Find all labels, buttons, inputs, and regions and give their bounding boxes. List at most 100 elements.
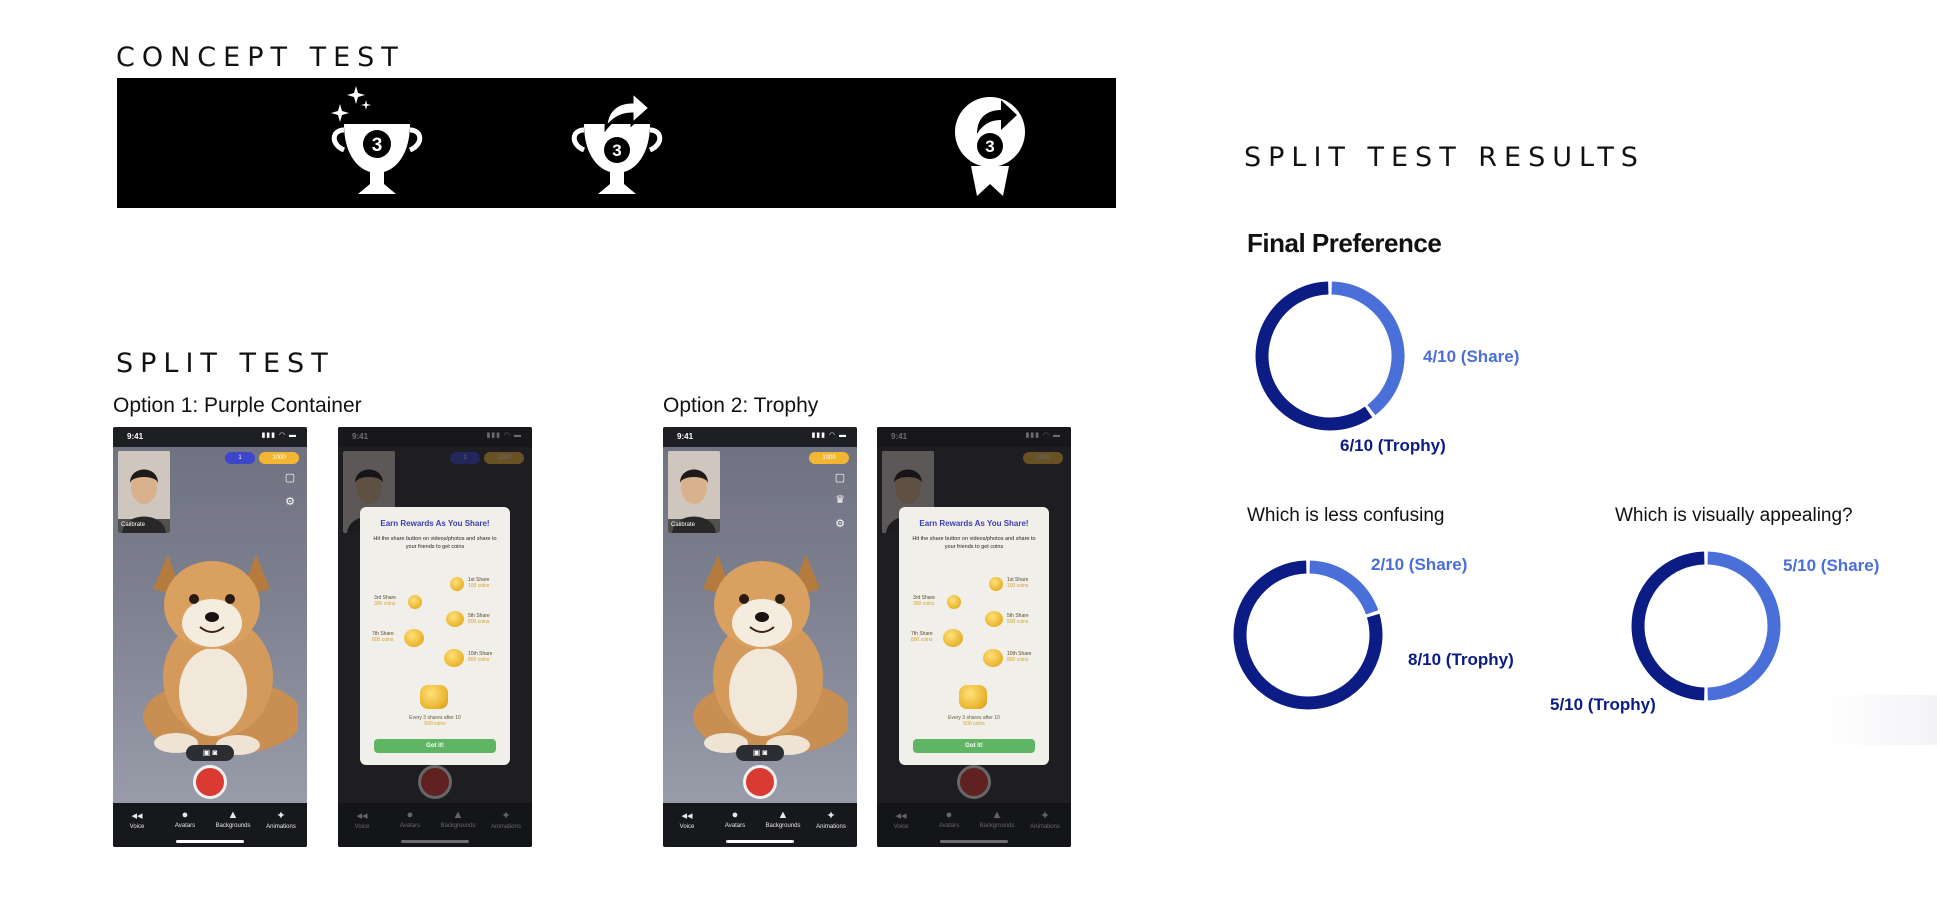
mountain-icon: ▲ <box>777 809 789 821</box>
got-it-button[interactable]: Got it! <box>374 739 496 753</box>
tab-avatars[interactable]: ● Avatars <box>711 809 759 829</box>
home-indicator <box>176 840 244 843</box>
signal-wifi-battery-icon: ▮▮▮ ◠ ▬ <box>811 432 847 439</box>
donut-chart-less-confusing: 2/10 (Share) 8/10 (Trophy) <box>1233 555 1514 710</box>
modal-footer: Every 3 shares after 10 500 coins <box>948 715 1000 727</box>
coin-icon <box>404 629 424 647</box>
badge-number-label: 3 <box>612 141 621 160</box>
coin-icon <box>943 629 963 647</box>
reward-row: 7th Share 800 coins <box>911 631 933 643</box>
tab-backgrounds[interactable]: ▲ Backgrounds <box>759 809 807 829</box>
modal-description: Hit the share button on videos/photos an… <box>912 536 1036 550</box>
shiba-avatar <box>693 555 848 755</box>
tab-animations[interactable]: ✦ Animations <box>807 809 855 830</box>
coin-icon <box>983 649 1003 667</box>
person-icon: ● <box>731 809 739 821</box>
signal-wifi-battery-icon: ▮▮▮ ◠ ▬ <box>261 432 297 439</box>
reward-row: 1st Share 100 coins <box>468 577 490 589</box>
donut-slice-trophy <box>1255 281 1373 431</box>
concept-banner: 3 3 3 <box>117 78 1116 208</box>
chart-title-final-preference: Final Preference <box>1247 228 1442 258</box>
selfie-preview[interactable]: Calibrate <box>118 451 170 533</box>
donut-chart-final-preference: 4/10 (Share) 6/10 (Trophy) <box>1255 281 1519 455</box>
reward-row: 5th Share 500 coins <box>1007 613 1029 625</box>
donut-slice-share <box>1707 551 1781 701</box>
medal-share-icon: 3 <box>955 97 1025 196</box>
running-icon: ✦ <box>826 810 836 822</box>
tab-backgrounds[interactable]: ▲ Backgrounds <box>209 809 257 829</box>
tab-bar: ◂◂Voice ●Avatars ▲Backgrounds ✦Animation… <box>113 803 307 847</box>
got-it-button[interactable]: Got it! <box>913 739 1035 753</box>
running-icon: ✦ <box>276 810 286 822</box>
badge-number-label: 3 <box>372 135 383 156</box>
discover-icon[interactable]: ▢ <box>833 471 847 485</box>
record-button[interactable] <box>193 765 227 799</box>
badge-number-label: 3 <box>985 137 994 156</box>
coin-icon <box>989 577 1003 591</box>
status-time: 9:41 <box>127 432 144 441</box>
shiba-avatar <box>143 555 298 755</box>
tab-voice[interactable]: ◂◂ Voice <box>113 809 161 830</box>
donut-label-share: 5/10 (Share) <box>1783 556 1879 575</box>
option-1-title: Option 1: Purple Container <box>113 394 362 417</box>
tab-animations[interactable]: ✦ Animations <box>257 809 305 830</box>
modal-title: Earn Rewards As You Share! <box>380 519 490 528</box>
status-bar: 9:41 ▮▮▮ ◠ ▬ <box>663 427 857 447</box>
coin-icon <box>446 611 464 627</box>
discover-icon[interactable]: ▢ <box>283 471 297 485</box>
donut-label-share: 2/10 (Share) <box>1371 555 1467 574</box>
donut-chart-visually-appealing: 5/10 (Share) 5/10 (Trophy) <box>1550 551 1879 714</box>
reward-row: 3rd Share 300 coins <box>913 595 935 607</box>
coin-icon <box>450 577 464 591</box>
donut-label-trophy: 6/10 (Trophy) <box>1340 436 1446 455</box>
camera-mode-toggle[interactable]: ▣ ◙ <box>186 745 234 761</box>
coin-icon <box>408 595 422 609</box>
status-bar: 9:41 ▮▮▮ ◠ ▬ <box>113 427 307 447</box>
donut-label-trophy: 8/10 (Trophy) <box>1408 650 1514 669</box>
record-button[interactable] <box>743 765 777 799</box>
donut-slice-trophy <box>1631 551 1705 701</box>
donut-label-trophy: 5/10 (Trophy) <box>1550 695 1656 714</box>
chart-title-visually-appealing: Which is visually appealing? <box>1615 505 1853 526</box>
selfie-preview[interactable]: Calibrate <box>668 451 720 533</box>
phone-option-2-modal: 9:41 ▮▮▮ ◠ ▬ 1000 ◂◂Voice ●Avatars ▲Back… <box>877 427 1071 847</box>
option-2-title: Option 2: Trophy <box>663 394 819 417</box>
coin-icon <box>444 649 464 667</box>
chart-title-less-confusing: Which is less confusing <box>1247 505 1445 526</box>
modal-footer: Every 3 shares after 10 500 coins <box>409 715 461 727</box>
phone-option-2-main: 9:41 ▮▮▮ ◠ ▬ Calibrate 1000 ▢ ♛ ⚙ ▣ ◙ ◂◂… <box>663 427 857 847</box>
person-icon: ● <box>181 809 189 821</box>
faded-overlay <box>1820 695 1937 745</box>
concept-test-title: CONCEPT TEST <box>116 42 405 73</box>
mountain-icon: ▲ <box>227 809 239 821</box>
modal-title: Earn Rewards As You Share! <box>919 519 1029 528</box>
trophy-sparkle-icon: 3 <box>331 86 423 194</box>
voice-icon: ◂◂ <box>131 810 143 822</box>
phone-option-1-modal: 9:41 ▮▮▮ ◠ ▬ 1 1000 ◂◂Voice ●Avatars ▲Ba… <box>338 427 532 847</box>
rewards-modal: Earn Rewards As You Share! Hit the share… <box>360 507 510 765</box>
split-test-title: SPLIT TEST <box>116 348 335 379</box>
results-title: SPLIT TEST RESULTS <box>1244 142 1645 173</box>
tab-bar: ◂◂Voice ●Avatars ▲Backgrounds ✦Animation… <box>663 803 857 847</box>
share-count-pill[interactable]: 1 <box>225 452 255 464</box>
tab-voice[interactable]: ◂◂ Voice <box>663 809 711 830</box>
trophy-share-icon: 3 <box>571 88 663 194</box>
trophy-rewards-icon[interactable]: ♛ <box>833 493 847 507</box>
tab-avatars[interactable]: ● Avatars <box>161 809 209 829</box>
home-indicator <box>726 840 794 843</box>
donut-label-share: 4/10 (Share) <box>1423 347 1519 366</box>
reward-row: 10th Share 800 coins <box>1007 651 1032 663</box>
coins-pill[interactable]: 1000 <box>809 452 849 464</box>
modal-description: Hit the share button on videos/photos an… <box>373 536 497 550</box>
status-time: 9:41 <box>677 432 694 441</box>
reward-row: 7th Share 800 coins <box>372 631 394 643</box>
coin-pile-icon <box>959 685 987 709</box>
settings-gear-icon[interactable]: ⚙ <box>283 495 297 509</box>
camera-mode-toggle[interactable]: ▣ ◙ <box>736 745 784 761</box>
reward-row: 1st Share 100 coins <box>1007 577 1029 589</box>
voice-icon: ◂◂ <box>681 810 693 822</box>
reward-row: 3rd Share 300 coins <box>374 595 396 607</box>
coin-pile-icon <box>420 685 448 709</box>
coins-pill[interactable]: 1000 <box>259 452 299 464</box>
donut-slice-share <box>1331 281 1405 416</box>
